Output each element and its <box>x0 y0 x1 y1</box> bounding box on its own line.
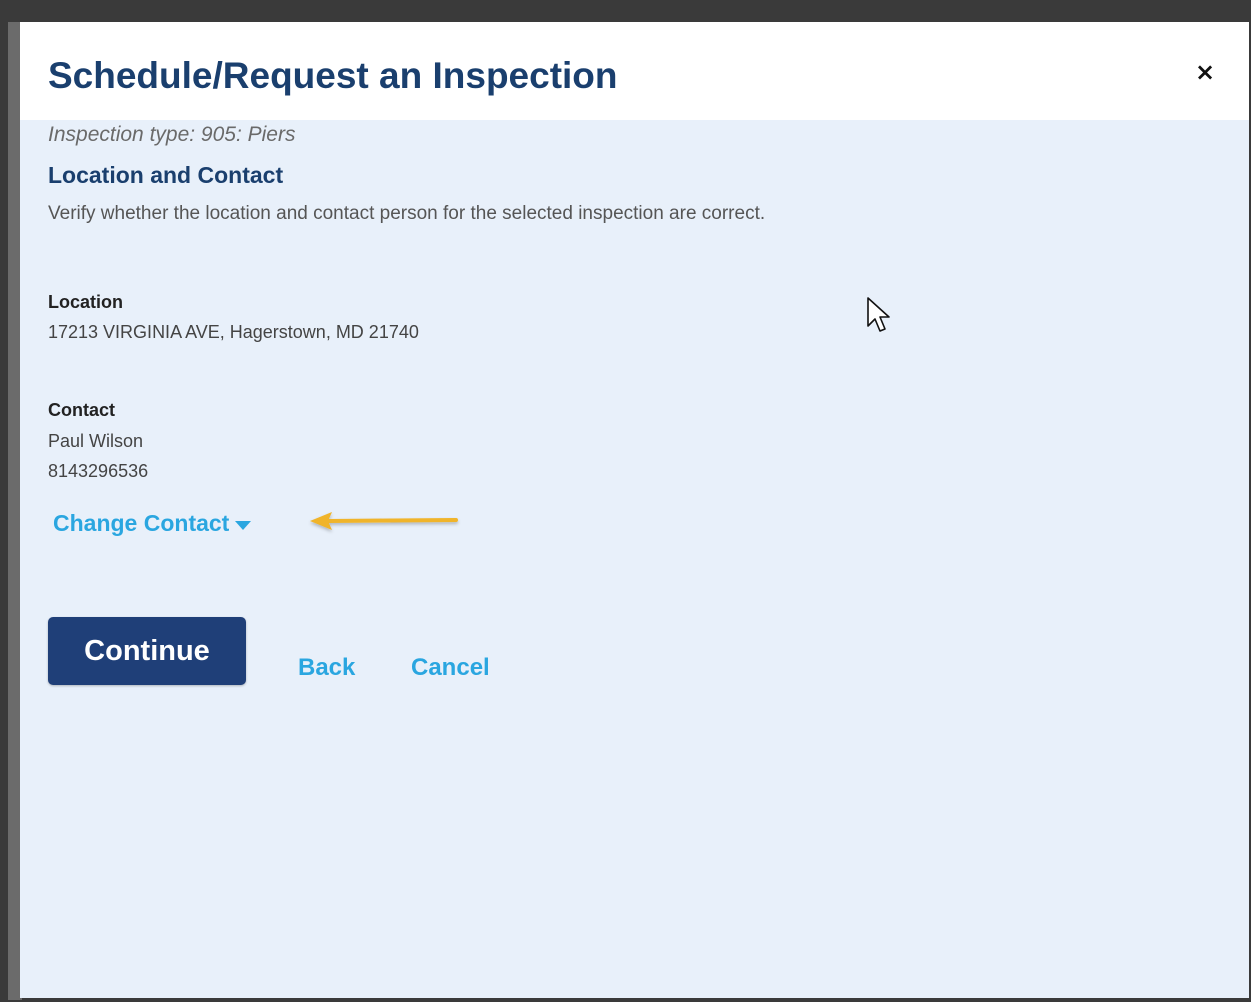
continue-button[interactable]: Continue <box>48 617 246 685</box>
close-button[interactable]: × <box>1191 58 1219 86</box>
modal-header: Schedule/Request an Inspection × <box>20 22 1249 120</box>
back-link[interactable]: Back <box>298 654 355 682</box>
section-description: Verify whether the location and contact … <box>48 203 766 224</box>
inspection-modal: Schedule/Request an Inspection × Inspect… <box>20 22 1249 998</box>
mouse-pointer-icon <box>867 297 890 332</box>
section-title: Location and Contact <box>48 162 284 188</box>
contact-name: Paul Wilson <box>48 431 144 451</box>
arrow-left-annotation-icon <box>310 512 458 530</box>
close-icon: × <box>1194 58 1216 86</box>
change-contact-label: Change Contact <box>53 510 230 536</box>
modal-title: Schedule/Request an Inspection <box>48 55 618 96</box>
cancel-link[interactable]: Cancel <box>411 654 490 682</box>
location-address: 17213 VIRGINIA AVE, Hagerstown, MD 21740 <box>48 322 419 342</box>
caret-down-icon <box>235 521 252 530</box>
contact-label: Contact <box>48 400 115 420</box>
inspection-type: Inspection type: 905: Piers <box>48 123 296 146</box>
location-label: Location <box>48 292 123 312</box>
contact-phone: 8143296536 <box>48 461 149 481</box>
change-contact-link[interactable]: Change Contact <box>53 510 252 537</box>
